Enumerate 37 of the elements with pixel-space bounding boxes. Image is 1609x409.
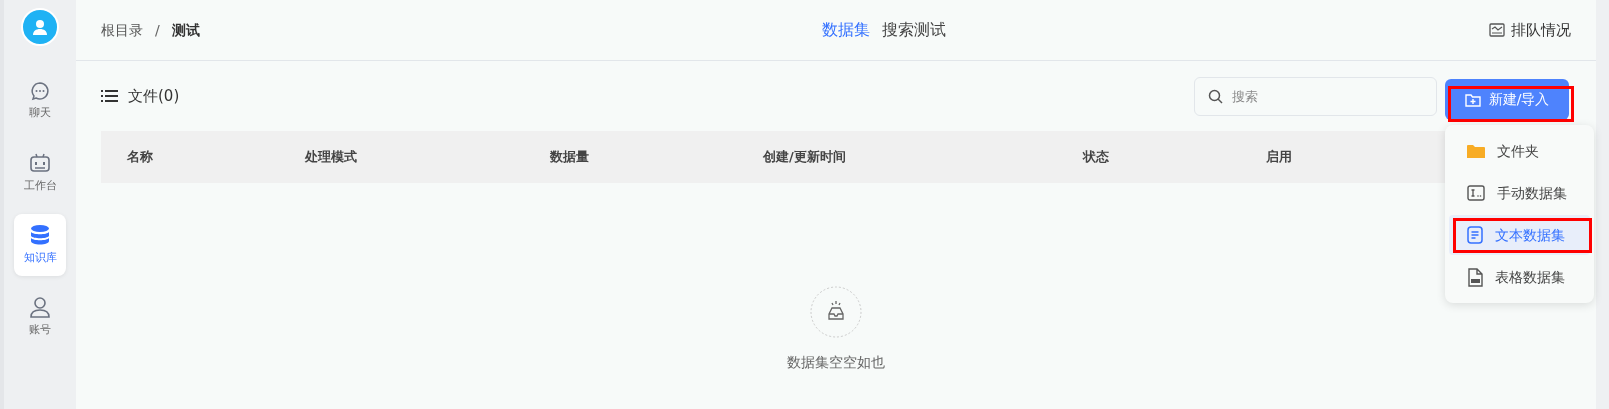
user-icon [29, 295, 51, 318]
menu-item[interactable]: 表格数据集 [1449, 257, 1590, 297]
robot-icon [29, 151, 51, 174]
chat-icon [30, 80, 50, 101]
database-icon [29, 223, 51, 246]
document-icon [1467, 226, 1483, 244]
empty-tray-icon [810, 286, 862, 338]
avatar[interactable] [21, 8, 59, 46]
folder-icon [1467, 143, 1485, 159]
text-cursor-icon [1467, 185, 1485, 201]
chart-icon [1489, 23, 1505, 37]
menu-item[interactable]: 手动数据集 [1449, 173, 1590, 213]
column-header: 创建/更新时间 [763, 149, 846, 165]
menu-item[interactable]: 文件夹 [1449, 131, 1590, 171]
search-field[interactable]: 搜索 [1194, 76, 1437, 116]
column-header: 名称 [127, 149, 153, 165]
search-icon [1208, 88, 1223, 104]
files-title: 文件(0) [128, 85, 180, 107]
column-header: 状态 [1083, 149, 1109, 165]
queue-button[interactable]: 排队情况 [1489, 18, 1571, 42]
column-header: 启用 [1266, 149, 1292, 165]
breadcrumb-link[interactable]: 根目录 [101, 19, 143, 41]
sidebar-item[interactable]: 聊天 [14, 70, 66, 132]
breadcrumb-separator: / [155, 20, 160, 40]
empty-message: 数据集空空如也 [787, 353, 885, 372]
column-header: 数据量 [550, 149, 589, 165]
user-icon [31, 18, 49, 36]
sidebar-item[interactable]: 账号 [14, 286, 66, 348]
tab[interactable]: 数据集 [822, 18, 870, 42]
sidebar-item[interactable]: 知识库 [14, 214, 66, 276]
csv-file-icon [1467, 267, 1483, 287]
tab[interactable]: 搜索测试 [882, 18, 946, 42]
column-header: 处理模式 [305, 149, 357, 165]
folder-plus-icon [1464, 92, 1481, 107]
list-icon [101, 90, 118, 102]
sidebar-item[interactable]: 工作台 [14, 142, 66, 204]
menu-item[interactable]: 文本数据集 [1449, 215, 1590, 255]
